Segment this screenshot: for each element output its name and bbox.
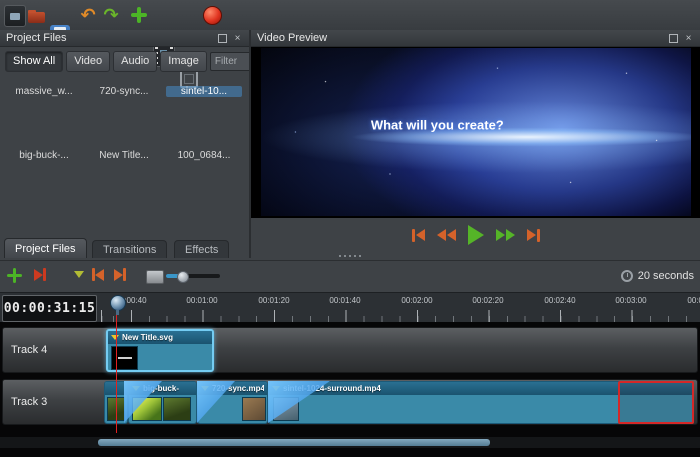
- open-project-icon[interactable]: [27, 5, 47, 25]
- timeline-ruler[interactable]: 00:00:40 00:01:00 00:01:20 00:01:40 00:0…: [98, 293, 700, 323]
- file-item-sintel[interactable]: sintel-10...: [166, 84, 242, 97]
- openshot-window: ↶ ↷ Project Files × Show All Video Audio…: [0, 0, 700, 457]
- current-time-display: 00:00:31:15: [2, 295, 97, 322]
- track-label: Track 3: [11, 380, 47, 424]
- file-item-big-buck[interactable]: big-buck-...: [6, 148, 82, 161]
- filter-tab-image[interactable]: Image: [160, 51, 207, 72]
- jump-to-start-button[interactable]: [412, 229, 425, 242]
- file-item-100-0684[interactable]: 100_0684...: [166, 148, 242, 161]
- rewind-button[interactable]: [437, 229, 456, 241]
- clip-thumbnail: [163, 397, 191, 421]
- zoom-slider[interactable]: [166, 274, 220, 278]
- add-track-icon[interactable]: [7, 268, 22, 283]
- playhead-line: [116, 313, 117, 433]
- jump-timeline-start-icon[interactable]: [92, 268, 104, 281]
- ruler-label: 00:01:20: [258, 296, 289, 305]
- project-files-header[interactable]: Project Files ×: [0, 30, 249, 47]
- undo-icon[interactable]: ↶: [78, 5, 98, 25]
- ruler-label: 00:01:40: [329, 296, 360, 305]
- ruler-label: 00:02:20: [472, 296, 503, 305]
- file-item-new-title[interactable]: New Title...: [86, 148, 162, 161]
- play-button[interactable]: [468, 225, 484, 245]
- razor-icon[interactable]: [74, 271, 84, 278]
- main-toolbar: ↶ ↷: [0, 0, 700, 31]
- zoom-scale-label: 20 seconds: [638, 270, 694, 282]
- track-label: Track 4: [11, 328, 47, 372]
- timeline-scrollbar-thumb[interactable]: [98, 439, 490, 446]
- video-frame: What will you create?: [261, 48, 691, 216]
- undock-icon[interactable]: [668, 33, 679, 44]
- video-preview-area: What will you create?: [251, 47, 700, 218]
- new-project-icon[interactable]: [4, 5, 26, 27]
- tab-project-files[interactable]: Project Files: [4, 238, 87, 258]
- file-filter-row: Show All Video Audio Image: [0, 50, 249, 72]
- ruler-label: 00:03:20: [687, 296, 700, 305]
- clip-trim-region[interactable]: [618, 381, 694, 424]
- zoom-scale: 20 seconds: [621, 270, 694, 282]
- close-icon[interactable]: ×: [232, 33, 243, 44]
- clip-thumbnail: [242, 397, 266, 421]
- video-overlay-text: What will you create?: [371, 118, 504, 133]
- ruler-major-ticks: [98, 310, 700, 322]
- jump-timeline-end-icon[interactable]: [114, 268, 126, 281]
- ruler-label: 00:03:00: [615, 296, 646, 305]
- filter-tab-video[interactable]: Video: [66, 51, 110, 72]
- clip-header: New Title.svg: [108, 331, 212, 344]
- undock-icon[interactable]: [217, 33, 228, 44]
- export-video-icon[interactable]: [203, 6, 222, 25]
- filter-tab-audio[interactable]: Audio: [113, 51, 157, 72]
- file-item-massive[interactable]: massive_w...: [6, 84, 82, 97]
- clip-menu-icon[interactable]: [111, 335, 119, 340]
- timeline-toolbar: 20 seconds: [0, 260, 700, 293]
- timeline-ruler-row: 00:00:31:15 00:00:40 00:01:00 00:01:20 0…: [0, 292, 700, 323]
- fast-forward-button[interactable]: [496, 229, 515, 241]
- video-preview-title: Video Preview: [257, 32, 664, 44]
- playhead-marker[interactable]: [110, 295, 126, 311]
- transport-controls: [251, 218, 700, 252]
- clip-new-title[interactable]: New Title.svg: [106, 329, 214, 372]
- horizontal-splitter-handle[interactable]: [0, 252, 700, 260]
- ruler-label: 00:01:00: [186, 296, 217, 305]
- filter-tab-show-all[interactable]: Show All: [5, 51, 63, 72]
- ruler-label: 00:02:00: [401, 296, 432, 305]
- redo-icon[interactable]: ↷: [101, 5, 121, 25]
- ruler-label: 00:02:40: [544, 296, 575, 305]
- close-icon[interactable]: ×: [683, 33, 694, 44]
- clock-icon: [621, 270, 633, 282]
- import-files-icon[interactable]: [129, 5, 149, 25]
- project-files-title: Project Files: [6, 32, 213, 44]
- snapping-icon[interactable]: [34, 268, 46, 281]
- jump-to-end-button[interactable]: [527, 229, 540, 242]
- add-marker-icon[interactable]: [146, 270, 164, 284]
- timeline-scrollbar[interactable]: [0, 437, 700, 448]
- video-preview-header[interactable]: Video Preview ×: [251, 30, 700, 47]
- file-item-720-sync[interactable]: 720-sync...: [86, 84, 162, 97]
